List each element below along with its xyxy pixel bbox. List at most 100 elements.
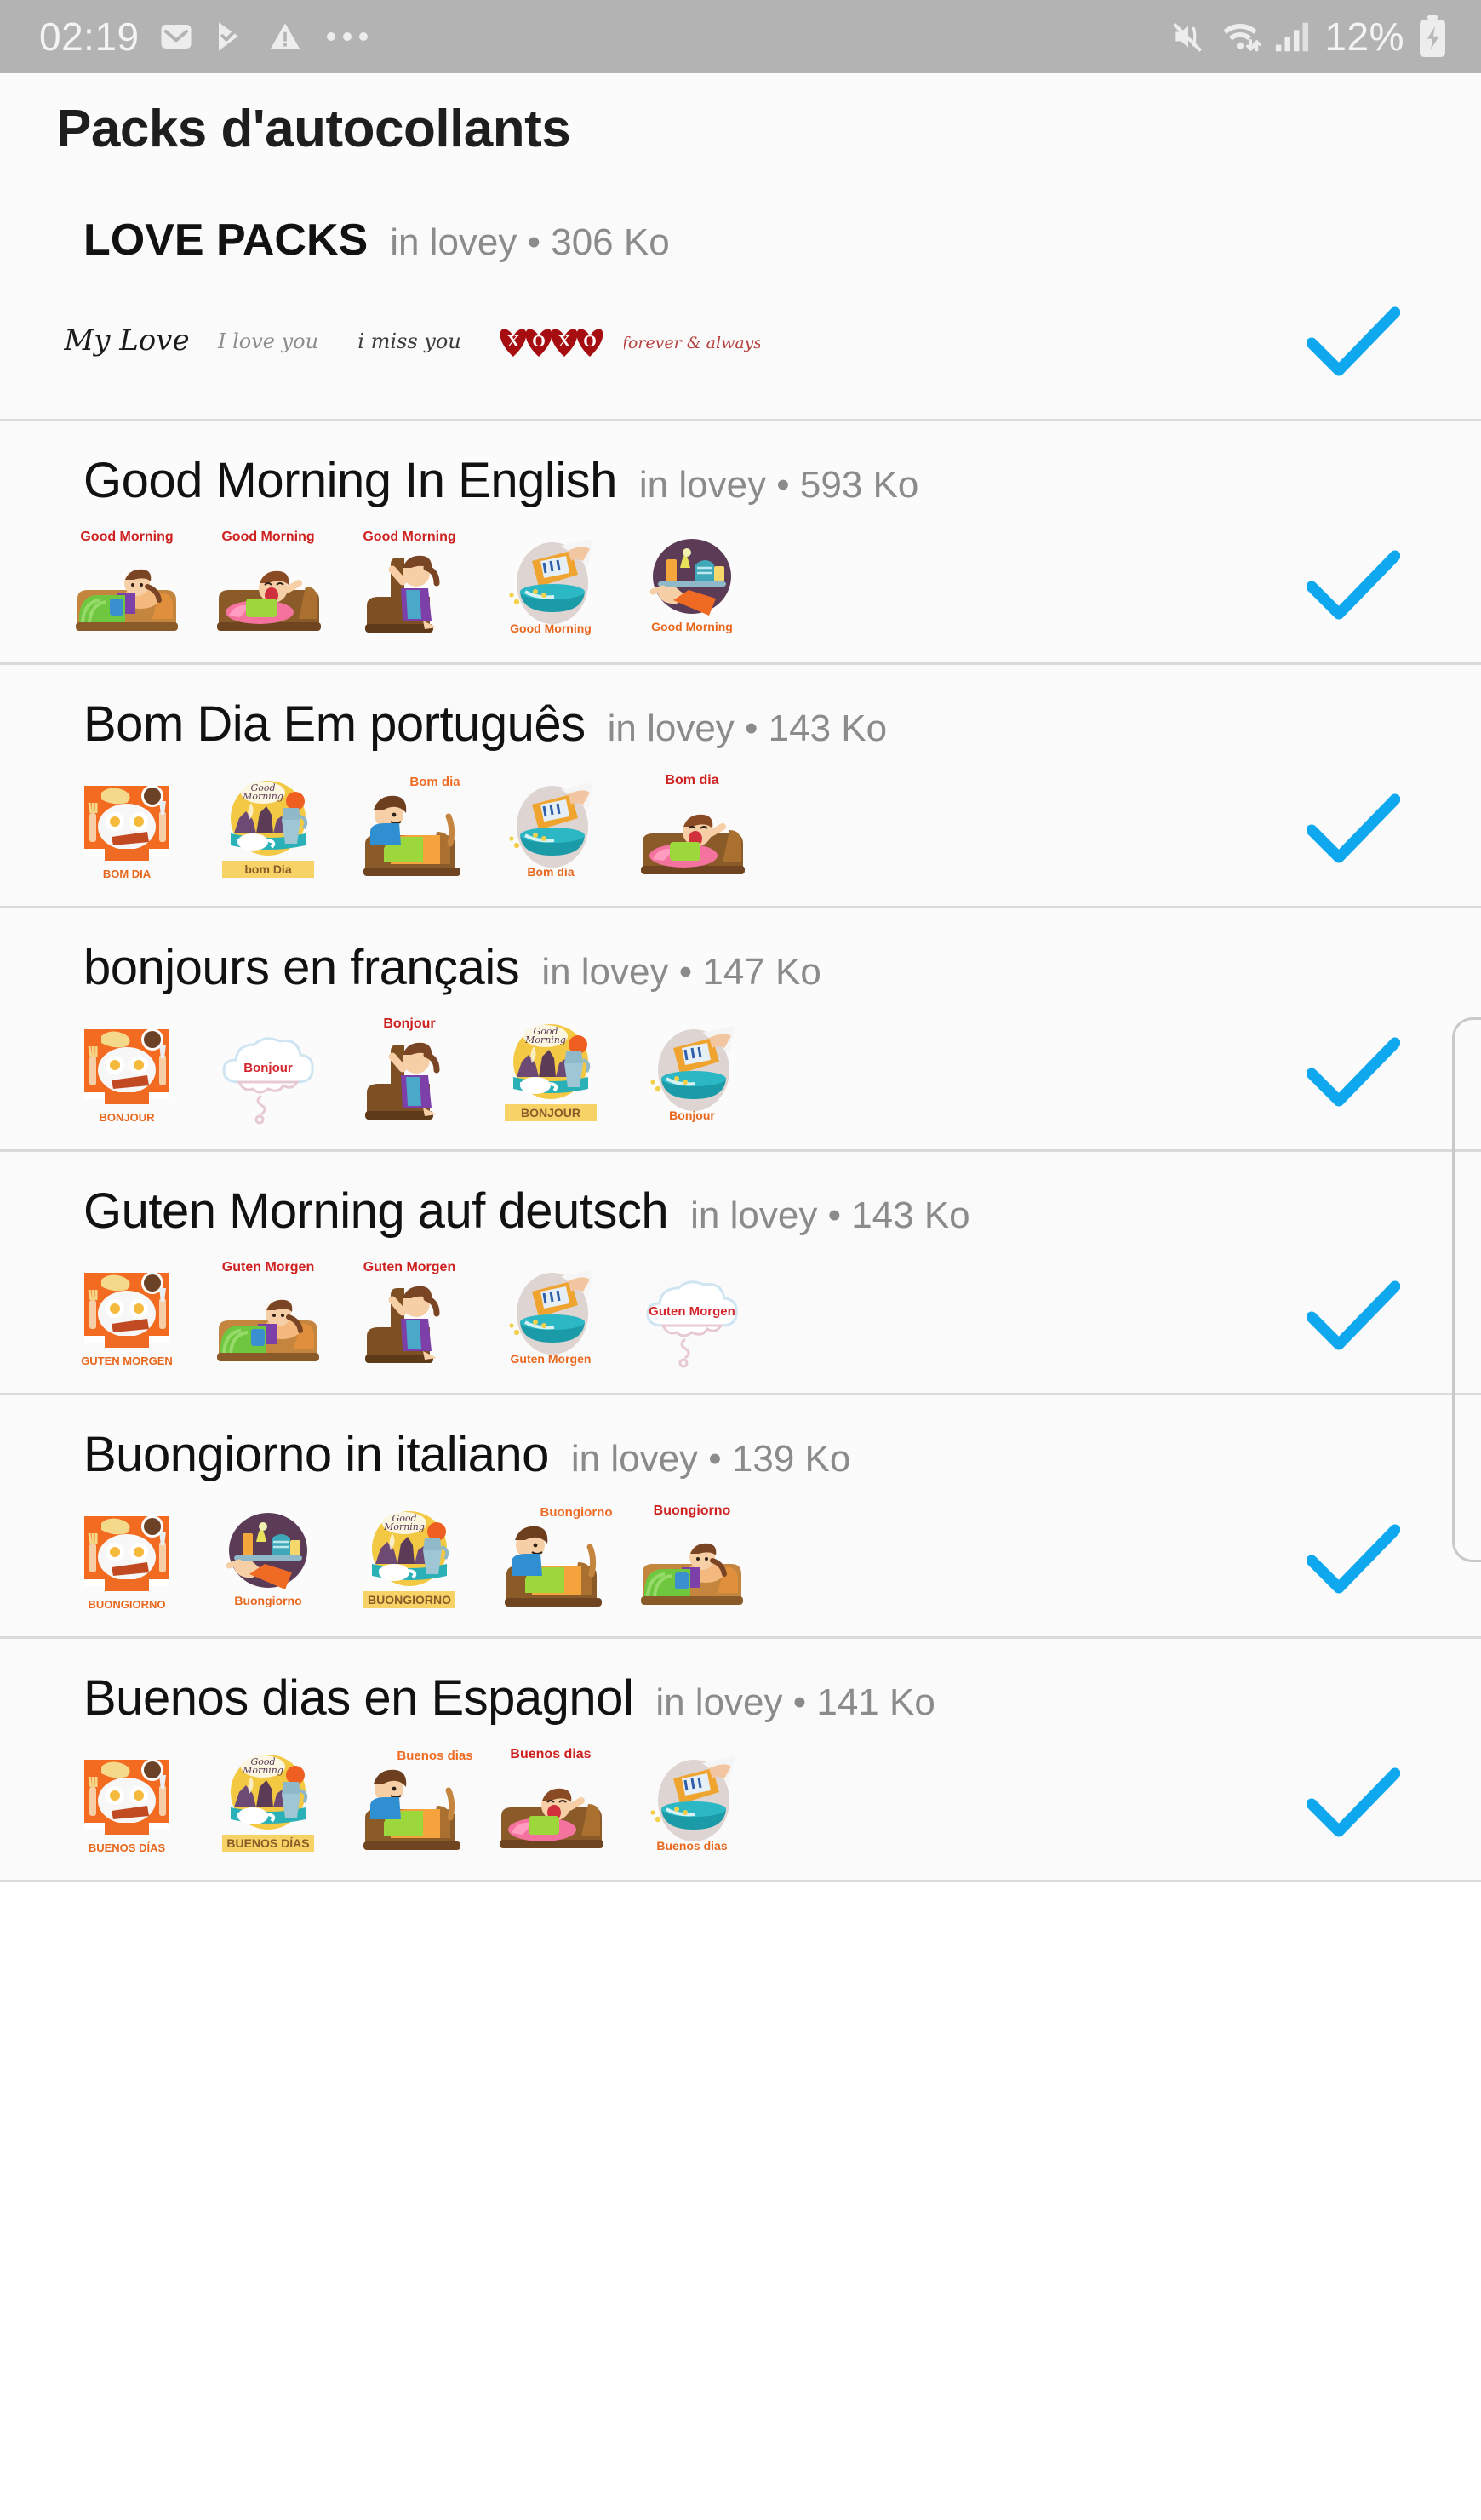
pack-header: Guten Morning auf deutsch in lovey • 143 … [0, 1152, 1481, 1240]
svg-text:BONJOUR: BONJOUR [521, 1106, 580, 1120]
pack-selected-check[interactable] [1226, 549, 1481, 622]
pack-title: Good Morning In English [83, 453, 617, 508]
svg-text:Bom dia: Bom dia [665, 773, 718, 788]
pack-selected-check[interactable] [1226, 793, 1481, 866]
pack-selected-check[interactable] [1226, 306, 1481, 379]
svg-text:Buenos dias: Buenos dias [656, 1839, 727, 1853]
sticker-strip: GUTEN MORGEN Guten Morgen Guten Morgen G… [56, 1248, 763, 1384]
warning-icon [267, 19, 303, 54]
svg-text:Good Morning: Good Morning [363, 530, 455, 544]
pack-preview: BUENOS DÍAS Good Morning BUENOS DÍAS Bue… [0, 1727, 1481, 1880]
svg-text:Bom dia: Bom dia [527, 865, 574, 879]
pack-meta: in lovey • 147 Ko [541, 951, 821, 993]
sticker-pack-row[interactable]: Good Morning In English in lovey • 593 Ko… [0, 421, 1481, 665]
battery-charging-icon [1416, 14, 1449, 59]
pack-title: Bom Dia Em português [83, 696, 586, 752]
sticker-girl-in-bed: Good Morning [56, 518, 197, 654]
sticker-pack-row[interactable]: Bom Dia Em português in lovey • 143 Ko BO… [0, 665, 1481, 908]
sticker-coffee-city: Good Morning BONJOUR [480, 1005, 621, 1141]
svg-text:BUENOS DÍAS: BUENOS DÍAS [89, 1841, 166, 1854]
sticker-strip: BONJOUR Bonjour Bonjour Good Morning BON… [56, 1005, 763, 1141]
sticker-pack-list[interactable]: LOVE PACKS in lovey • 306 Ko My Love I love… [0, 184, 1481, 1882]
sticker-pack-row[interactable]: Buenos dias en Espagnol in lovey • 141 Ko… [0, 1639, 1481, 1882]
sticker-forever-always: forever & always [621, 274, 763, 410]
svg-text:O: O [532, 332, 546, 351]
pack-header: LOVE PACKS in lovey • 306 Ko [0, 184, 1481, 266]
wifi-icon [1219, 18, 1262, 55]
sticker-strip: BUONGIORNO Buongiorno Good Morning BUONG… [56, 1492, 763, 1628]
svg-text:Good Morning: Good Morning [510, 621, 592, 635]
pack-preview: BUONGIORNO Buongiorno Good Morning BUONG… [0, 1483, 1481, 1636]
svg-text:i miss you: i miss you [357, 329, 460, 353]
pack-preview: Good Morning Good Morning Good Morning G… [0, 509, 1481, 662]
sticker-girl-in-bed: Guten Morgen [197, 1248, 339, 1384]
pack-meta: in lovey • 141 Ko [655, 1681, 935, 1723]
svg-text:X: X [558, 332, 571, 351]
svg-text:GUTEN MORGEN: GUTEN MORGEN [81, 1354, 173, 1367]
sticker-boy-yawning: Buenos dias [480, 1735, 621, 1871]
pack-meta: in lovey • 139 Ko [570, 1438, 851, 1480]
svg-text:Morning: Morning [242, 1765, 283, 1776]
pack-title: Guten Morning auf deutsch [83, 1183, 669, 1239]
svg-text:O: O [583, 332, 597, 351]
svg-text:Guten Morgen: Guten Morgen [363, 1260, 455, 1274]
sticker-breakfast-tray: Buongiorno [197, 1492, 339, 1628]
status-bar: 02:19 12% [0, 0, 1481, 73]
sticker-strip: BUENOS DÍAS Good Morning BUENOS DÍAS Bue… [56, 1735, 763, 1871]
signal-icon [1273, 18, 1312, 55]
sticker-pack-row[interactable]: Guten Morning auf deutsch in lovey • 143 … [0, 1152, 1481, 1395]
svg-text:Buongiorno: Buongiorno [540, 1505, 613, 1520]
sticker-person-sitting: Bonjour [339, 1005, 480, 1141]
svg-text:BUONGIORNO: BUONGIORNO [368, 1593, 451, 1606]
svg-text:BUONGIORNO: BUONGIORNO [89, 1598, 166, 1611]
sticker-breakfast-plate: BUONGIORNO [56, 1492, 197, 1628]
status-bar-right: 12% [1169, 14, 1449, 60]
pack-header: Good Morning In English in lovey • 593 Ko [0, 421, 1481, 509]
sticker-breakfast-plate: BUENOS DÍAS [56, 1735, 197, 1871]
sticker-boy-in-bed: Bom dia [339, 761, 480, 897]
pack-selected-check[interactable] [1226, 1036, 1481, 1109]
pack-meta: in lovey • 306 Ko [390, 221, 670, 263]
sticker-pack-row[interactable]: bonjours en français in lovey • 147 Ko BO… [0, 908, 1481, 1152]
svg-text:I love you: I love you [217, 329, 318, 353]
svg-text:Good Morning: Good Morning [80, 530, 173, 544]
svg-text:Bom dia: Bom dia [409, 775, 460, 789]
svg-text:forever & always: forever & always [624, 334, 760, 352]
svg-text:Buongiorno: Buongiorno [654, 1503, 731, 1518]
svg-text:X: X [507, 332, 520, 351]
sticker-cereal-bowl: Bonjour [621, 1005, 763, 1141]
sticker-breakfast-plate: GUTEN MORGEN [56, 1248, 197, 1384]
svg-text:Guten Morgen: Guten Morgen [511, 1352, 592, 1366]
sticker-cereal-bowl: Guten Morgen [480, 1248, 621, 1384]
sticker-pack-row[interactable]: LOVE PACKS in lovey • 306 Ko My Love I love… [0, 184, 1481, 421]
svg-text:BONJOUR: BONJOUR [99, 1111, 155, 1124]
sticker-boy-in-bed: Buongiorno [480, 1492, 621, 1628]
svg-text:Guten Morgen: Guten Morgen [649, 1304, 735, 1319]
sticker-boy-yawning: Bom dia [621, 761, 763, 897]
sticker-i-miss-you: i miss you [339, 274, 480, 410]
status-bar-left: 02:19 [39, 14, 1169, 60]
svg-text:Buenos dias: Buenos dias [397, 1749, 472, 1763]
svg-text:Morning: Morning [383, 1521, 425, 1532]
vertical-scrollbar-thumb[interactable] [1452, 1017, 1481, 1562]
sticker-pack-row[interactable]: Buongiorno in italiano in lovey • 139 Ko … [0, 1395, 1481, 1639]
pack-preview: BOM DIA Good Morning bom Dia Bom dia Bom… [0, 753, 1481, 906]
page-title: Packs d'autocollants [56, 99, 571, 158]
sticker-breakfast-plate: BOM DIA [56, 761, 197, 897]
pack-title: Buenos dias en Espagnol [83, 1670, 634, 1726]
play-store-icon [213, 19, 249, 54]
pack-selected-check[interactable] [1226, 1280, 1481, 1353]
svg-text:Buongiorno: Buongiorno [234, 1594, 301, 1607]
sticker-coffee-city: Good Morning bom Dia [197, 761, 339, 897]
svg-text:bom Dia: bom Dia [244, 862, 291, 876]
pack-selected-check[interactable] [1226, 1523, 1481, 1596]
svg-text:Bonjour: Bonjour [243, 1061, 293, 1075]
sticker-strip: My Love I love you i miss you X O X Oforever &… [56, 274, 763, 410]
pack-header: Buongiorno in italiano in lovey • 139 Ko [0, 1395, 1481, 1483]
svg-text:Bonjour: Bonjour [669, 1108, 715, 1122]
sticker-strip: Good Morning Good Morning Good Morning G… [56, 518, 763, 654]
sticker-boy-in-bed: Buenos dias [339, 1735, 480, 1871]
pack-selected-check[interactable] [1226, 1767, 1481, 1840]
page-header: Packs d'autocollants [0, 73, 1481, 184]
sticker-breakfast-tray: Good Morning [621, 518, 763, 654]
